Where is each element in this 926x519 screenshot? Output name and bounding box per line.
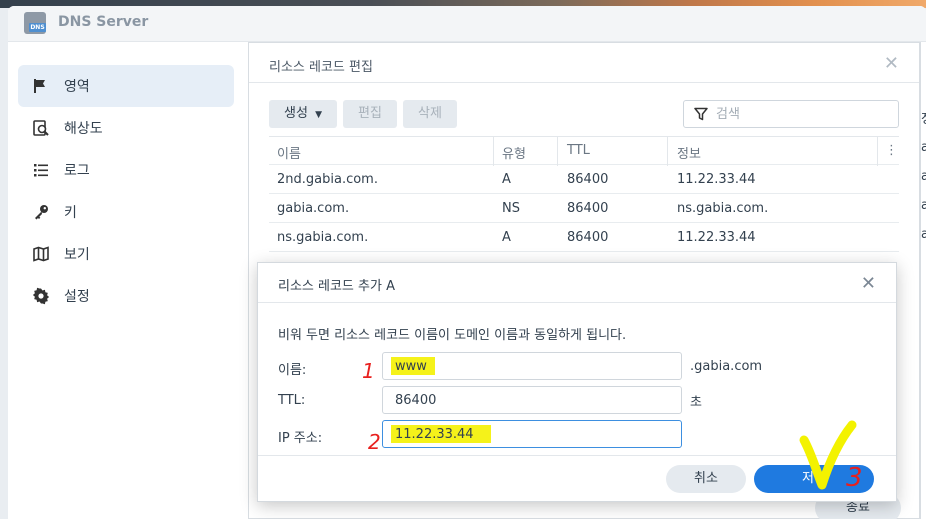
create-button[interactable]: 생성 ▼ [269,100,337,128]
cell-type: A [502,172,511,187]
ttl-unit: 초 [690,395,702,410]
filter-icon [694,107,708,121]
cell-name: 2nd.gabia.com. [277,172,378,187]
sidebar: 영역 해상도 로그 키 보기 설정 [8,42,248,519]
dns-icon-tag: DNS [29,23,46,32]
ip-address-input-value: 11.22.33.44 [395,427,474,442]
sidebar-item-label: 설정 [64,289,90,305]
table-row[interactable]: gabia.com. NS 86400 ns.gabia.com. [269,194,899,223]
background-panel-edge: 정 a a a a [920,42,926,519]
cell-ttl: 86400 [567,230,609,245]
table-row[interactable]: ns.gabia.com. A 86400 11.22.33.44 [269,223,899,252]
dialog-footer-divider [258,455,896,456]
name-input-value: www [395,359,427,374]
table-row[interactable]: 2nd.gabia.com. A 86400 11.22.33.44 [269,165,899,194]
resolution-icon [32,119,50,137]
sidebar-item-view[interactable]: 보기 [18,233,234,275]
sidebar-item-settings[interactable]: 설정 [18,275,234,317]
cell-ttl: 86400 [567,172,609,187]
cell-info: 11.22.33.44 [677,172,756,187]
column-menu-icon[interactable]: ⋮ [885,143,898,158]
dns-server-app-icon: DNS [24,12,46,34]
column-divider [877,137,878,166]
add-resource-record-dialog: 리소스 레코드 추가 A ✕ 비워 두면 리소스 레코드 이름이 도메인 이름과… [257,262,897,502]
window-titlebar: DNS DNS Server [8,6,926,42]
delete-button[interactable]: 삭제 [403,100,457,128]
column-divider [557,137,558,166]
peek-row: a [921,227,926,242]
column-divider [493,137,494,166]
panel-title: 리소스 레코드 편집 [269,60,373,75]
flag-icon [32,77,50,95]
save-button[interactable]: 저장 [754,465,874,493]
ip-address-input[interactable]: 11.22.33.44 [382,420,682,448]
column-divider [667,137,668,166]
domain-suffix: .gabia.com [690,359,763,374]
map-icon [32,245,50,263]
cell-ttl: 86400 [567,201,609,216]
edit-button[interactable]: 편집 [343,100,397,128]
cell-info: 11.22.33.44 [677,230,756,245]
sidebar-item-label: 영역 [64,79,90,95]
sidebar-item-label: 해상도 [64,121,103,137]
sidebar-item-label: 키 [64,205,77,221]
cell-info: ns.gabia.com. [677,201,769,216]
column-header-info[interactable]: 정보 [677,143,701,162]
ttl-label: TTL: [278,393,306,408]
sidebar-item-resolution[interactable]: 해상도 [18,107,234,149]
key-icon [32,203,50,221]
caret-down-icon: ▼ [315,110,322,120]
gear-icon [32,287,50,305]
sidebar-item-label: 로그 [64,163,90,179]
close-icon[interactable]: ✕ [861,273,876,294]
name-label: 이름: [278,363,307,378]
sidebar-item-zones[interactable]: 영역 [18,65,234,107]
ttl-input[interactable]: 86400 [382,386,682,414]
sidebar-item-log[interactable]: 로그 [18,149,234,191]
column-header-ttl[interactable]: TTL [567,143,590,158]
cell-name: gabia.com. [277,201,350,216]
peek-row: a [921,169,926,184]
name-input[interactable]: www [382,352,682,380]
cell-type: A [502,230,511,245]
cell-name: ns.gabia.com. [277,230,369,245]
dialog-header: 리소스 레코드 추가 A ✕ [258,263,896,303]
create-button-label: 생성 [284,106,308,121]
close-icon[interactable]: ✕ [884,53,899,74]
cell-type: NS [502,201,520,216]
list-icon [32,161,50,179]
peek-header: 정 [921,108,926,127]
column-header-type[interactable]: 유형 [502,143,526,162]
panel-header: 리소스 레코드 편집 ✕ [249,43,919,83]
table-header-row: 이름 유형 TTL 정보 ⋮ [269,136,899,166]
ip-address-label: IP 주소: [278,431,323,446]
dialog-description: 비워 두면 리소스 레코드 이름이 도메인 이름과 동일하게 됩니다. [278,328,627,343]
peek-row: a [921,198,926,213]
cancel-button[interactable]: 취소 [666,465,746,493]
dialog-title: 리소스 레코드 추가 A [278,279,395,294]
search-box[interactable] [683,100,899,128]
app-title: DNS Server [58,14,149,30]
column-header-name[interactable]: 이름 [277,143,301,162]
records-table: 이름 유형 TTL 정보 ⋮ 2nd.gabia.com. A 86400 11… [269,136,899,252]
ttl-input-value: 86400 [395,393,437,408]
sidebar-item-label: 보기 [64,247,90,263]
sidebar-item-key[interactable]: 키 [18,191,234,233]
search-input[interactable] [716,105,886,123]
peek-row: a [921,140,926,155]
